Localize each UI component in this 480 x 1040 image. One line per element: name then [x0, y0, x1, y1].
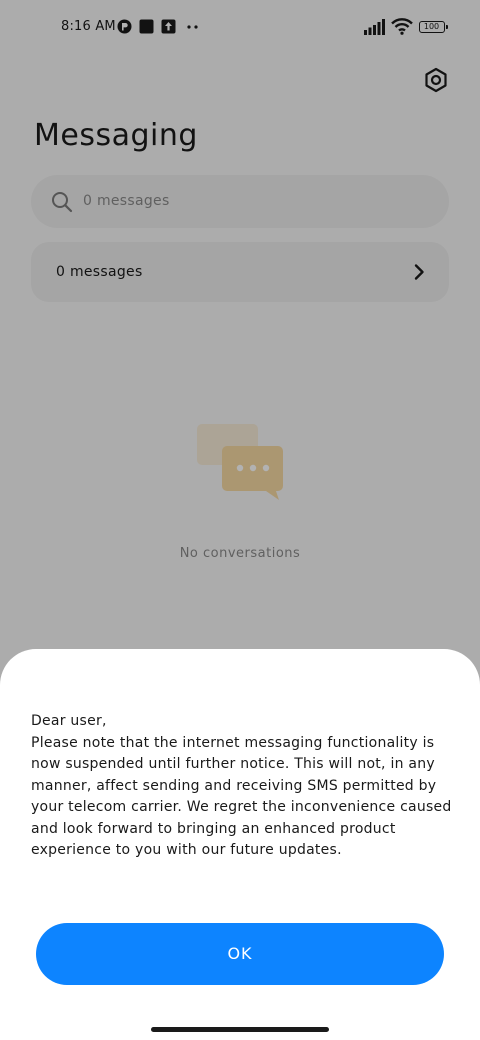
messaging-screen: 8:16 AM 100 Messaging 0 messages 0 messa… [0, 0, 480, 1040]
dialog-message: Dear user, Please note that the internet… [31, 713, 452, 858]
home-indicator[interactable] [151, 1027, 329, 1032]
notice-dialog: Dear user, Please note that the internet… [0, 649, 480, 1040]
ok-button[interactable]: OK [36, 923, 444, 985]
